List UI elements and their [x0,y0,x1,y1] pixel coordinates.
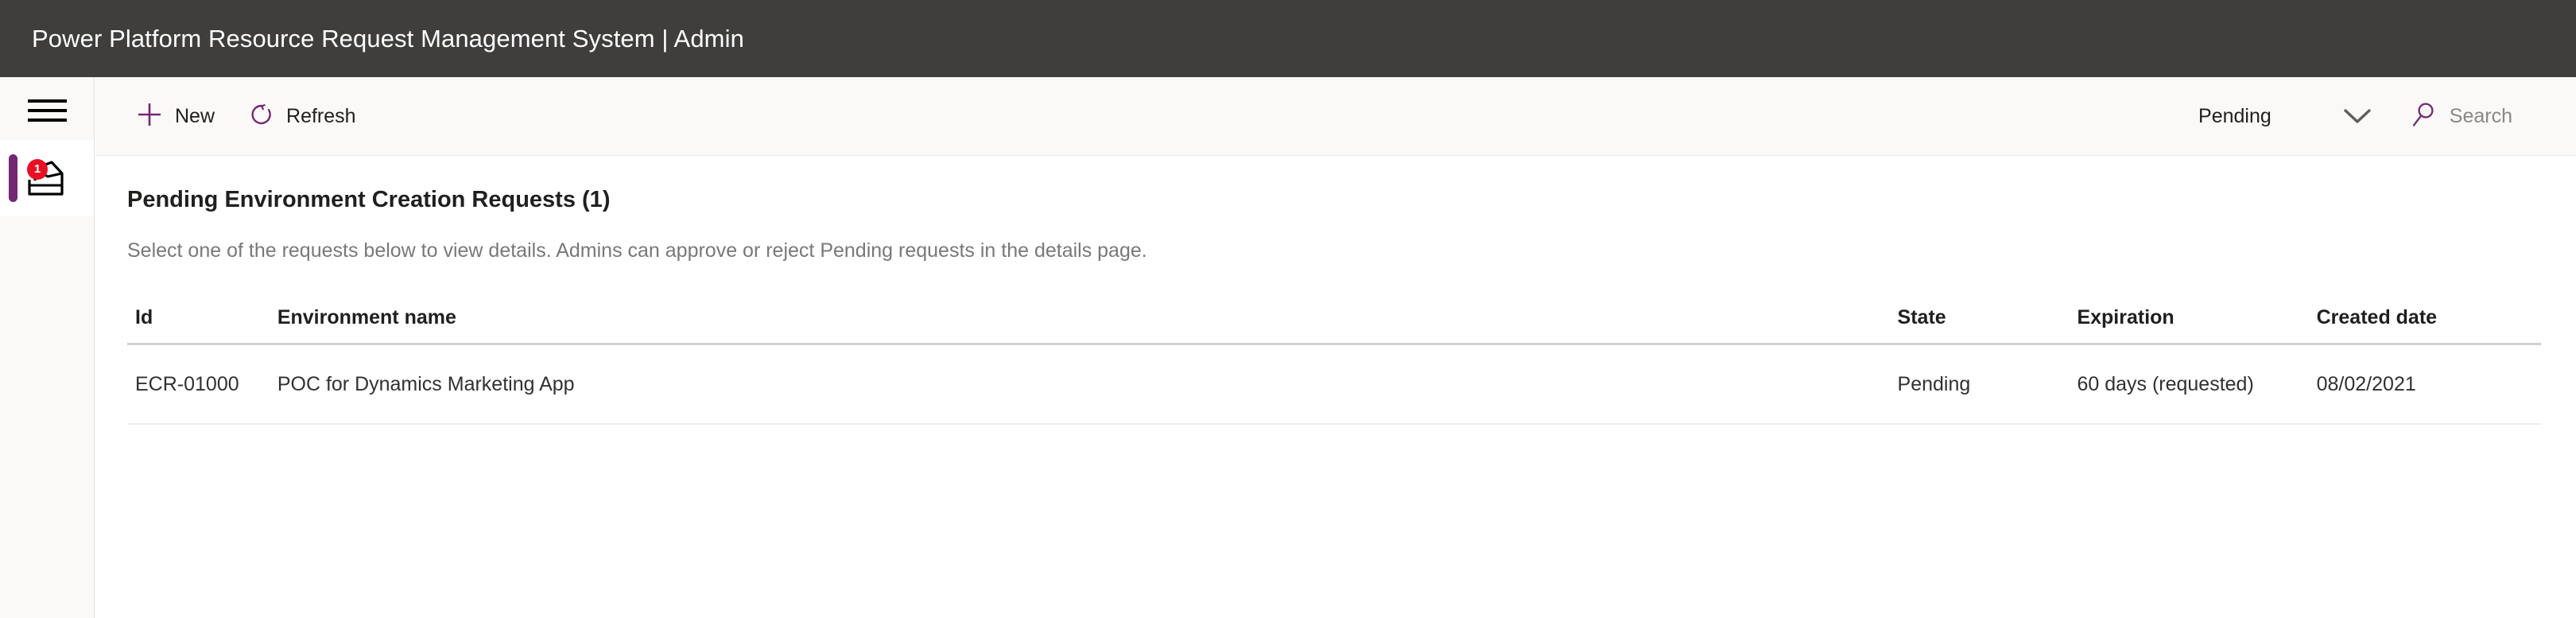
refresh-button-label: Refresh [286,104,356,127]
hamburger-menu-button[interactable] [0,77,94,140]
requests-table: Id Environment name State Expiration Cre… [127,293,2541,425]
hamburger-menu-icon-line [28,119,67,122]
search-placeholder-text: Search [2449,104,2512,127]
command-bar: New Refresh Pending Search [95,77,2576,156]
table-row[interactable]: ECR-01000 POC for Dynamics Marketing App… [127,345,2541,425]
title-bar: Power Platform Resource Request Manageme… [0,0,2576,77]
view-selector-dropdown[interactable]: Pending [2198,105,2373,128]
table-header-row: Id Environment name State Expiration Cre… [127,293,2541,345]
main-content: Pending Environment Creation Requests (1… [95,156,2576,618]
cell-environment-name: POC for Dynamics Marketing App [277,372,575,395]
column-header-expiration[interactable]: Expiration [2077,306,2316,329]
page-title: Pending Environment Creation Requests (1… [127,187,611,212]
new-button[interactable]: New [126,77,226,156]
sidebar-item-inbox[interactable]: 1 [0,140,94,216]
command-bar-right-group: Pending Search [2198,77,2576,156]
page-subtitle: Select one of the requests below to view… [127,239,1147,262]
column-header-id[interactable]: Id [127,306,277,329]
cell-id: ECR-01000 [135,372,239,395]
search-input[interactable]: Search [2411,102,2512,131]
chevron-down-icon[interactable] [2341,106,2373,126]
column-header-environment-name[interactable]: Environment name [277,306,1898,329]
plus-icon [137,102,162,131]
refresh-circular-arrow-icon [250,103,274,130]
column-header-state[interactable]: State [1898,306,2077,329]
column-header-created-date[interactable]: Created date [2317,306,2541,329]
inbox-notification-badge: 1 [27,159,48,180]
refresh-button[interactable]: Refresh [239,77,367,156]
app-title: Power Platform Resource Request Manageme… [32,24,744,52]
hamburger-menu-icon-line [28,109,67,112]
cell-expiration: 60 days (requested) [2077,372,2254,395]
cell-state: Pending [1897,372,1971,395]
view-selector-value: Pending [2198,104,2271,127]
hamburger-menu-icon [28,99,67,103]
new-button-label: New [175,104,215,127]
left-navigation-rail: 1 [0,77,95,618]
active-item-indicator [9,154,17,202]
search-magnifier-icon[interactable] [2411,102,2435,131]
cell-created-date: 08/02/2021 [2316,372,2416,395]
